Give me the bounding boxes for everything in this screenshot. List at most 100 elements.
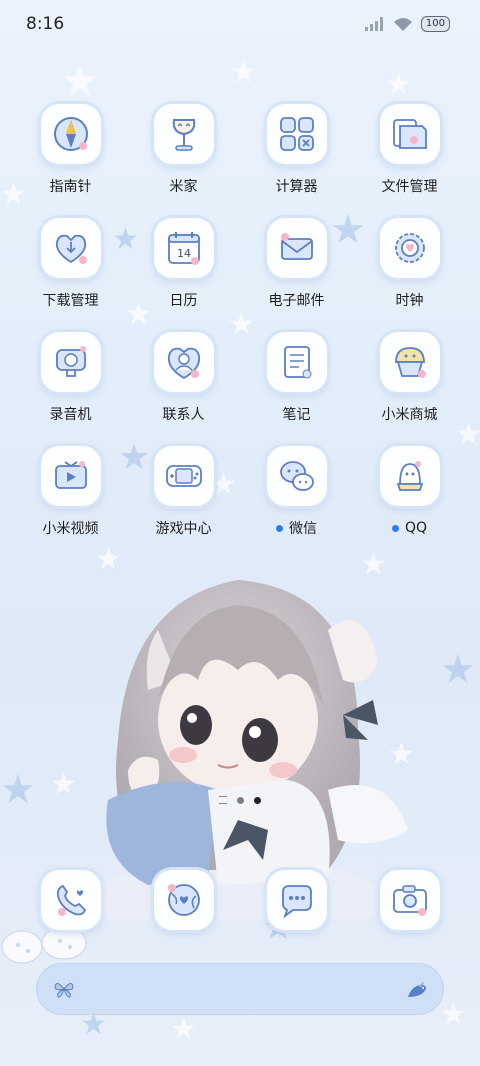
app-label: 笔记 [282,407,311,423]
app-mijia[interactable]: 米家 [127,98,240,196]
cellular-signal-icon [364,17,383,31]
app-wechat[interactable]: 微信 [240,440,353,538]
app-label: 小米商城 [381,407,438,423]
star-decoration: ★ [385,67,412,102]
app-game-center[interactable]: 游戏中心 [127,440,240,538]
app-label: 联系人 [162,407,205,423]
new-notification-dot [391,524,399,532]
page-dot-active[interactable] [254,796,261,804]
app-label: 指南针 [49,179,92,195]
tv-play-icon [54,461,87,489]
page-dot[interactable] [237,796,244,804]
app-tile[interactable] [40,870,101,930]
calculator-icon [279,117,314,151]
app-tile[interactable] [266,332,327,392]
dock-app-browser[interactable] [127,864,240,930]
app-file-manager[interactable]: 文件管理 [353,98,466,196]
camera-icon [392,885,427,916]
wifi-icon [393,17,412,31]
status-bar: 8:16 100 [0,0,480,50]
app-tile[interactable]: 14 [153,218,214,278]
clock-flower-icon [394,233,425,263]
app-tile[interactable] [266,446,327,506]
anime-girl-illustration [88,580,408,920]
app-label: 时钟 [395,293,424,309]
app-label: 米家 [169,179,198,195]
dock-app-messages[interactable] [240,864,353,930]
penguin-icon [396,461,423,491]
calendar-day: 14 [177,247,191,260]
star-decoration: ★ [0,767,36,813]
download-heart-icon [55,234,87,264]
app-tile[interactable] [266,870,327,930]
app-notes[interactable]: 笔记 [240,326,353,424]
app-clock[interactable]: 时钟 [353,212,466,310]
star-decoration: ★ [230,55,257,90]
app-qq[interactable]: QQ [353,440,466,538]
app-tile[interactable] [266,104,327,164]
globe-heart-icon [167,884,200,916]
app-tile[interactable] [153,332,214,392]
folder-icon [392,119,427,149]
app-tile[interactable] [153,870,214,930]
app-label: 小米视频 [42,521,99,537]
star-decoration: ★ [170,1012,197,1047]
game-console-icon [165,465,202,487]
app-mi-store[interactable]: 小米商城 [353,326,466,424]
app-label: 微信 [276,518,317,538]
star-decoration: ★ [440,997,467,1032]
app-label: 录音机 [49,407,92,423]
app-label: 游戏中心 [155,521,212,537]
compass-icon [53,117,88,151]
app-label: 电子邮件 [268,293,325,309]
battery-indicator: 100 [420,16,450,32]
dock [14,864,466,930]
app-tile[interactable] [40,104,101,164]
app-tile[interactable] [379,104,440,164]
app-calendar[interactable]: 14 日历 [127,212,240,310]
app-tile[interactable] [153,104,214,164]
app-label: 文件管理 [381,179,438,195]
cupcake-shop-icon [394,347,426,378]
app-compass[interactable]: 指南针 [14,98,127,196]
recorder-icon [55,346,86,377]
app-label: 计算器 [275,179,318,195]
app-tile[interactable] [40,332,101,392]
app-tile[interactable] [266,218,327,278]
dock-app-phone[interactable] [14,864,127,930]
app-download-manager[interactable]: 下载管理 [14,212,127,310]
app-grid: 指南针 米家 计算器 文件管理 下载管理 14 日历 电子邮件 时钟 录音机 联… [14,98,466,538]
search-bar[interactable] [36,963,444,1015]
contact-heart-icon [167,347,200,380]
butterfly-icon[interactable] [52,977,76,1001]
app-tile[interactable] [379,870,440,930]
page-indicator[interactable] [0,796,480,804]
app-tile[interactable] [40,446,101,506]
app-mi-video[interactable]: 小米视频 [14,440,127,538]
app-recorder[interactable]: 录音机 [14,326,127,424]
bird-icon[interactable] [404,977,430,1003]
star-decoration: ★ [440,647,476,693]
status-icons: 100 [364,16,450,32]
app-tile[interactable] [40,218,101,278]
app-label: QQ [391,518,427,538]
app-contacts[interactable]: 联系人 [127,326,240,424]
list-view-indicator[interactable] [219,796,227,804]
app-tile[interactable] [379,218,440,278]
chat-bubbles-icon [279,461,314,491]
calendar-icon: 14 [167,232,200,265]
app-tile[interactable] [153,446,214,506]
status-time: 8:16 [26,14,65,34]
app-label: 下载管理 [42,293,99,309]
app-email[interactable]: 电子邮件 [240,212,353,310]
app-tile[interactable] [379,332,440,392]
new-notification-dot [276,524,283,532]
app-calculator[interactable]: 计算器 [240,98,353,196]
notes-icon [283,346,311,379]
phone-heart-icon [56,884,86,916]
message-bubble-icon [281,885,312,919]
dock-app-camera[interactable] [353,864,466,930]
lamp-icon [172,119,195,151]
app-tile[interactable] [379,446,440,506]
app-label: 日历 [169,293,198,309]
